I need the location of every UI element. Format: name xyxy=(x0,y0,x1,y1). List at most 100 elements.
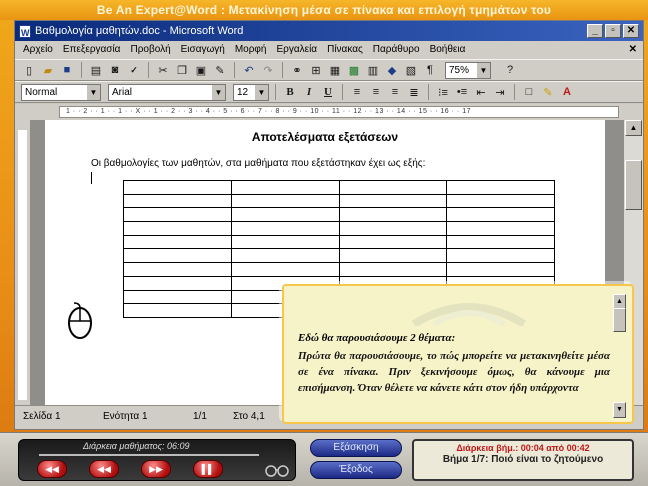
save-icon[interactable]: ■ xyxy=(59,62,75,78)
table-cell[interactable] xyxy=(446,221,555,236)
table-cell[interactable] xyxy=(123,193,232,209)
spelling-icon[interactable]: ✓ xyxy=(126,62,142,78)
font-select[interactable]: Arial ▼ xyxy=(108,83,226,101)
table-cell[interactable] xyxy=(446,193,555,209)
show-hide-icon[interactable]: ¶ xyxy=(422,62,438,78)
print-preview-icon[interactable]: ◙ xyxy=(107,62,123,78)
step-back-button[interactable]: ◀◀ xyxy=(89,460,119,478)
table-cell[interactable] xyxy=(123,207,232,223)
table-cell[interactable] xyxy=(338,207,448,223)
table-cell[interactable] xyxy=(338,262,448,277)
close-button[interactable]: ✕ xyxy=(623,24,639,38)
tip-scroll-down-icon[interactable]: ▼ xyxy=(613,402,626,418)
table-cell[interactable] xyxy=(446,180,555,195)
scroll-thumb[interactable] xyxy=(625,160,642,210)
table-cell[interactable] xyxy=(123,289,232,305)
align-right-icon[interactable]: ≡ xyxy=(387,84,403,100)
insert-table-icon[interactable]: ▦ xyxy=(327,62,343,78)
table-cell[interactable] xyxy=(230,193,340,209)
font-size-select[interactable]: 12 ▼ xyxy=(233,83,269,101)
tip-scrollbar[interactable]: ▲ ▼ xyxy=(613,294,626,418)
glasses-icon[interactable] xyxy=(265,462,289,478)
open-folder-icon[interactable]: ▰ xyxy=(40,62,56,78)
table-cell[interactable] xyxy=(338,180,448,195)
menu-insert[interactable]: Εισαγωγή xyxy=(181,41,225,59)
table-cell[interactable] xyxy=(230,262,340,277)
tutorial-tip-panel: Εδώ θα παρουσιάσουμε 2 θέματα: Πρώτα θα … xyxy=(282,284,634,424)
table-cell[interactable] xyxy=(230,180,340,195)
font-color-icon[interactable]: A xyxy=(559,84,575,100)
table-cell[interactable] xyxy=(446,248,555,264)
document-map-icon[interactable]: ▧ xyxy=(403,62,419,78)
menu-table[interactable]: Πίνακας xyxy=(327,41,363,59)
table-cell[interactable] xyxy=(230,248,340,264)
print-icon[interactable]: ▤ xyxy=(88,62,104,78)
increase-indent-icon[interactable]: ⇥ xyxy=(492,84,508,100)
paste-icon[interactable]: ▣ xyxy=(193,62,209,78)
lesson-progress-track[interactable] xyxy=(39,454,259,456)
minimize-button[interactable]: _ xyxy=(587,24,603,38)
format-painter-icon[interactable]: ✎ xyxy=(212,62,228,78)
menu-window[interactable]: Παράθυρο xyxy=(373,41,420,59)
bold-button[interactable]: B xyxy=(282,84,298,100)
table-cell[interactable] xyxy=(230,207,340,223)
table-cell[interactable] xyxy=(338,248,448,264)
status-position: Στο 4,1 xyxy=(233,411,265,422)
table-cell[interactable] xyxy=(123,234,232,250)
decrease-indent-icon[interactable]: ⇤ xyxy=(473,84,489,100)
drawing-icon[interactable]: ◆ xyxy=(384,62,400,78)
table-cell[interactable] xyxy=(230,234,340,250)
columns-icon[interactable]: ▥ xyxy=(365,62,381,78)
table-cell[interactable] xyxy=(123,180,232,195)
table-cell[interactable] xyxy=(123,248,232,264)
style-select[interactable]: Normal ▼ xyxy=(21,83,101,101)
hyperlink-icon[interactable]: ⚭ xyxy=(289,62,305,78)
bullets-icon[interactable]: •≡ xyxy=(454,84,470,100)
redo-icon[interactable]: ↷ xyxy=(260,62,276,78)
maximize-button[interactable]: ▫ xyxy=(605,24,621,38)
menu-format[interactable]: Μορφή xyxy=(235,41,267,59)
table-cell[interactable] xyxy=(338,221,448,236)
new-document-icon[interactable]: ▯ xyxy=(21,62,37,78)
cut-icon[interactable]: ✂ xyxy=(155,62,171,78)
tables-borders-icon[interactable]: ⊞ xyxy=(308,62,324,78)
menu-file[interactable]: Αρχείο xyxy=(23,41,53,59)
align-center-icon[interactable]: ≡ xyxy=(368,84,384,100)
menu-edit[interactable]: Επεξεργασία xyxy=(63,41,121,59)
table-cell[interactable] xyxy=(123,275,232,291)
exit-button[interactable]: Έξοδος xyxy=(310,461,402,479)
justify-icon[interactable]: ≣ xyxy=(406,84,422,100)
table-cell[interactable] xyxy=(338,234,448,250)
undo-icon[interactable]: ↶ xyxy=(241,62,257,78)
table-cell[interactable] xyxy=(230,221,340,236)
rewind-start-button[interactable]: ◀◀ xyxy=(37,460,67,478)
insert-excel-icon[interactable]: ▩ xyxy=(346,62,362,78)
table-cell[interactable] xyxy=(123,303,232,318)
document-close-icon[interactable]: ✕ xyxy=(629,41,637,59)
table-cell[interactable] xyxy=(446,207,555,223)
table-cell[interactable] xyxy=(123,262,232,277)
zoom-select[interactable]: 75% ▼ xyxy=(445,61,491,79)
borders-icon[interactable]: □ xyxy=(521,84,537,100)
menu-tools[interactable]: Εργαλεία xyxy=(276,41,317,59)
underline-button[interactable]: U xyxy=(320,84,336,100)
exercise-button[interactable]: Εξάσκηση xyxy=(310,439,402,457)
copy-icon[interactable]: ❐ xyxy=(174,62,190,78)
table-cell[interactable] xyxy=(123,221,232,236)
toolbar-separator xyxy=(275,84,276,100)
table-cell[interactable] xyxy=(446,262,555,277)
menu-help[interactable]: Βοήθεια xyxy=(430,41,466,59)
scroll-up-icon[interactable]: ▲ xyxy=(625,120,642,136)
menu-view[interactable]: Προβολή xyxy=(130,41,170,59)
step-forward-button[interactable]: ▶▶ xyxy=(141,460,171,478)
pause-button[interactable]: ▌▌ xyxy=(193,460,223,478)
table-cell[interactable] xyxy=(338,193,448,209)
numbering-icon[interactable]: ⁝≡ xyxy=(435,84,451,100)
help-icon[interactable]: ? xyxy=(502,62,518,78)
align-left-icon[interactable]: ≡ xyxy=(349,84,365,100)
tip-scroll-thumb[interactable] xyxy=(613,308,626,332)
table-cell[interactable] xyxy=(446,234,555,250)
highlight-icon[interactable]: ✎ xyxy=(540,84,556,100)
italic-button[interactable]: I xyxy=(301,84,317,100)
ruler-scale[interactable]: 1 · · 2 · · 1 · · 1 · · X · · 1 · · 2 · … xyxy=(59,106,619,118)
